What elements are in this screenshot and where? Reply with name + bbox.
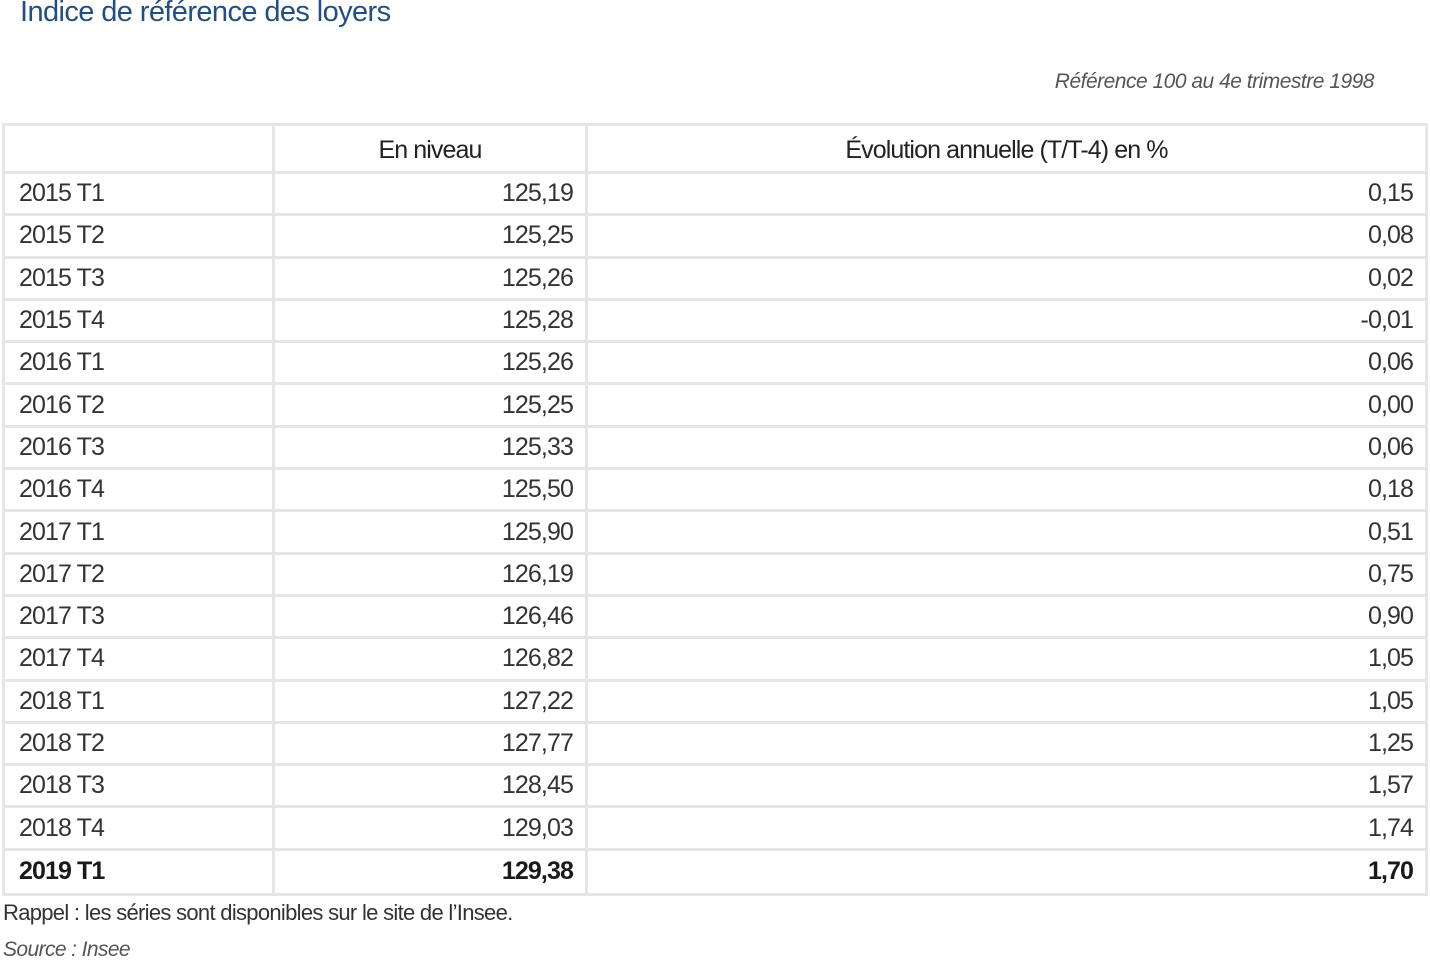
period-cell: 2016 T3 — [5, 427, 275, 471]
period-cell: 2015 T1 — [5, 174, 275, 217]
change-cell: 0,51 — [588, 512, 1425, 555]
table-row: 2018 T3 128,45 1,57 — [5, 766, 1425, 809]
level-cell: 127,77 — [275, 723, 588, 767]
table-row: 2016 T4 125,50 0,18 — [5, 470, 1425, 513]
change-cell: 0,06 — [588, 343, 1425, 386]
table-row: 2018 T2 127,77 1,25 — [5, 723, 1425, 767]
level-cell: 125,26 — [275, 258, 588, 301]
table-row-latest: 2019 T1 129,38 1,70 — [5, 850, 1425, 894]
period-cell: 2017 T3 — [5, 596, 275, 640]
source-note: Source : Insee — [3, 938, 131, 961]
period-cell: 2015 T3 — [5, 258, 275, 301]
period-cell: 2018 T3 — [5, 766, 275, 809]
change-cell: 0,18 — [588, 470, 1425, 513]
table-row: 2018 T4 129,03 1,74 — [5, 808, 1425, 851]
table-row: 2015 T3 125,26 0,02 — [5, 258, 1425, 301]
table-row: 2017 T2 126,19 0,75 — [5, 554, 1425, 597]
change-cell: 1,05 — [588, 639, 1425, 682]
level-cell: 127,22 — [275, 681, 588, 724]
level-cell: 125,25 — [275, 216, 588, 259]
change-cell: 0,15 — [588, 174, 1425, 217]
table-row: 2018 T1 127,22 1,05 — [5, 681, 1425, 724]
level-cell: 126,46 — [275, 596, 588, 640]
level-cell: 129,38 — [275, 850, 588, 894]
level-cell: 125,19 — [275, 174, 588, 217]
rent-index-table: En niveau Évolution annuelle (T/T-4) en … — [2, 123, 1428, 897]
change-cell: 1,25 — [588, 724, 1425, 767]
change-cell: 0,00 — [588, 385, 1425, 428]
change-cell: 0,90 — [588, 597, 1425, 640]
table-row: 2015 T1 125,19 0,15 — [5, 174, 1425, 217]
change-cell: 0,02 — [588, 259, 1425, 301]
period-cell: 2016 T4 — [5, 470, 275, 513]
table-row: 2016 T3 125,33 0,06 — [5, 427, 1425, 471]
change-cell: 0,06 — [588, 428, 1425, 471]
change-cell: 1,05 — [588, 682, 1425, 724]
period-cell: 2017 T4 — [5, 639, 275, 682]
change-cell: -0,01 — [588, 301, 1425, 344]
change-cell: 1,70 — [1367, 857, 1414, 886]
table-row: 2016 T2 125,25 0,00 — [5, 385, 1425, 428]
level-cell: 126,19 — [275, 554, 588, 597]
table-header-row: En niveau Évolution annuelle (T/T-4) en … — [5, 126, 1425, 174]
change-cell: 0,08 — [588, 216, 1425, 259]
level-cell: 125,50 — [275, 470, 588, 513]
header-annual-change: Évolution annuelle (T/T-4) en % — [588, 126, 1425, 174]
period-cell: 2017 T1 — [5, 512, 275, 555]
level-cell: 125,33 — [275, 427, 588, 471]
level-cell: 125,90 — [275, 512, 588, 555]
table-row: 2017 T3 126,46 0,90 — [5, 596, 1425, 640]
header-period — [5, 126, 275, 174]
reference-note: Référence 100 au 4e trimestre 1998 — [1054, 70, 1375, 93]
level-cell: 125,26 — [275, 343, 588, 386]
table-row: 2016 T1 125,26 0,06 — [5, 343, 1425, 386]
period-cell: 2017 T2 — [5, 554, 275, 597]
period-cell: 2016 T1 — [5, 343, 275, 386]
period-cell: 2018 T4 — [5, 808, 275, 851]
period-cell: 2018 T2 — [5, 723, 275, 767]
level-cell: 125,25 — [275, 385, 588, 428]
table-row: 2017 T1 125,90 0,51 — [5, 512, 1425, 555]
period-cell: 2018 T1 — [5, 681, 275, 724]
level-cell: 129,03 — [275, 808, 588, 851]
table-row: 2015 T4 125,28 -0,01 — [5, 300, 1425, 344]
period-cell: 2019 T1 — [5, 850, 275, 894]
table-row: 2015 T2 125,25 0,08 — [5, 216, 1425, 259]
level-cell: 125,28 — [275, 300, 588, 344]
footnote: Rappel : les séries sont disponibles sur… — [3, 900, 513, 925]
page-title: Indice de référence des loyers — [20, 0, 391, 28]
change-cell: 0,75 — [588, 555, 1425, 597]
level-cell: 126,82 — [275, 639, 588, 682]
period-cell: 2015 T2 — [5, 216, 275, 259]
change-cell: 1,74 — [588, 808, 1425, 851]
change-cell: 1,57 — [588, 766, 1425, 809]
table-row: 2017 T4 126,82 1,05 — [5, 639, 1425, 682]
period-cell: 2015 T4 — [5, 300, 275, 344]
level-cell: 128,45 — [275, 766, 588, 809]
period-cell: 2016 T2 — [5, 385, 275, 428]
header-level: En niveau — [275, 126, 588, 174]
